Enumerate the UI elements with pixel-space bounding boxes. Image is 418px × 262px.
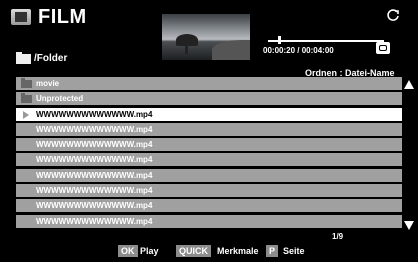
file-list-item[interactable]: WWWWWWWWWWWWW.mp4	[16, 214, 402, 228]
ok-key[interactable]: OK	[118, 245, 138, 257]
list-item-label: Unprotected	[36, 94, 84, 104]
quick-key[interactable]: QUICK	[176, 245, 211, 257]
folder-list-item[interactable]: Unprotected	[16, 92, 402, 106]
file-list-item[interactable]: WWWWWWWWWWWWW.mp4	[16, 199, 402, 213]
file-list: movie Unprotected WWWWWWWWWWWWW.mp4 WWWWWWW…	[16, 77, 402, 230]
thumbnail-trunk	[185, 44, 188, 54]
folder-list-item[interactable]: movie	[16, 77, 402, 90]
arrow-up-icon[interactable]	[404, 80, 414, 89]
film-icon	[11, 9, 31, 25]
folder-path: /Folder	[34, 53, 68, 64]
file-list-item[interactable]: WWWWWWWWWWWWW.mp4	[16, 138, 402, 152]
list-item-label: WWWWWWWWWWWWW.mp4	[36, 155, 153, 165]
file-list-item[interactable]: WWWWWWWWWWWWW.mp4	[16, 122, 402, 136]
list-item-label: WWWWWWWWWWWWW.mp4	[36, 170, 153, 180]
playback-progress-knob[interactable]	[277, 36, 281, 44]
list-item-label: WWWWWWWWWWWWW.mp4	[36, 140, 153, 150]
quick-key-label: Merkmale	[217, 246, 259, 256]
p-key-label: Seite	[283, 246, 305, 256]
ok-key-label: Play	[140, 246, 159, 256]
list-item-label: WWWWWWWWWWWWW.mp4	[36, 216, 153, 226]
page-title: FILM	[38, 6, 87, 28]
refresh-icon[interactable]	[386, 8, 400, 22]
file-list-item[interactable]: WWWWWWWWWWWWW.mp4	[16, 153, 402, 167]
media-browser-screen: FILM /Folder 00:00:20 / 00:04:00 Ordnen …	[0, 0, 418, 262]
page-indicator: 1/9	[332, 232, 344, 241]
list-item-label: movie	[36, 79, 60, 88]
thumbnail-hill	[212, 40, 250, 60]
list-item-label: WWWWWWWWWWWWW.mp4	[36, 109, 153, 119]
play-icon	[23, 110, 29, 119]
list-item-label: WWWWWWWWWWWWW.mp4	[36, 186, 153, 196]
file-list-item[interactable]: WWWWWWWWWWWWW.mp4	[16, 184, 402, 198]
p-key[interactable]: P	[266, 245, 279, 257]
folder-icon	[21, 93, 32, 104]
help-bar: OK Play QUICK Merkmale P Seite	[0, 242, 418, 260]
playback-progress-bar[interactable]	[268, 40, 384, 42]
arrow-down-icon[interactable]	[404, 221, 414, 230]
file-list-item[interactable]: WWWWWWWWWWWWW.mp4	[16, 168, 402, 182]
video-thumbnail	[162, 14, 250, 60]
list-item-label: WWWWWWWWWWWWW.mp4	[36, 201, 153, 211]
folder-icon	[21, 78, 32, 88]
file-list-item[interactable]: WWWWWWWWWWWWW.mp4	[16, 107, 402, 121]
repeat-icon[interactable]	[376, 42, 390, 54]
list-item-label: WWWWWWWWWWWWW.mp4	[36, 124, 153, 134]
playback-time: 00:00:20 / 00:04:00	[263, 46, 334, 55]
folder-icon	[16, 52, 31, 64]
